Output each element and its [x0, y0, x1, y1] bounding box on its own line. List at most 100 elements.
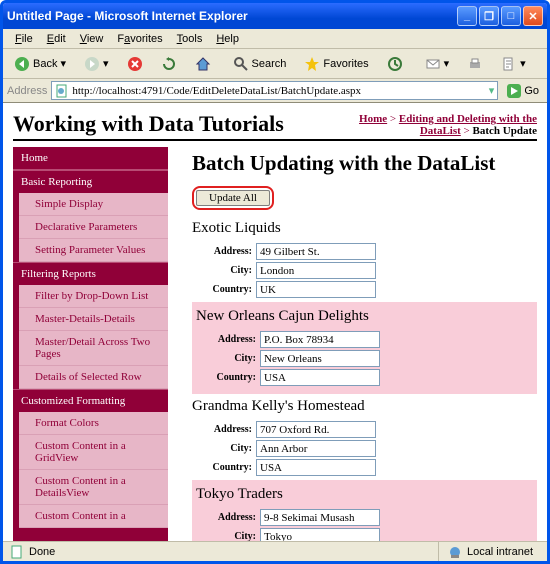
restore-button[interactable]: ❐: [479, 6, 499, 26]
sidebar-item[interactable]: Master/Detail Across Two Pages: [19, 331, 168, 366]
status-bar: Done Local intranet: [3, 541, 547, 561]
chevron-down-icon: ▾: [103, 57, 109, 70]
go-label: Go: [524, 85, 539, 97]
home-icon: [195, 56, 211, 72]
home-button[interactable]: [188, 53, 218, 75]
maximize-button[interactable]: □: [501, 6, 521, 26]
menu-file[interactable]: File: [9, 31, 39, 47]
address-label: Address:: [196, 512, 256, 523]
edit-button[interactable]: ▾: [494, 53, 533, 75]
go-icon: [506, 83, 522, 99]
refresh-button[interactable]: [154, 53, 184, 75]
back-icon: [14, 56, 30, 72]
address-input[interactable]: [72, 85, 485, 97]
supplier-name: Tokyo Traders: [196, 486, 533, 503]
status-text: Done: [29, 546, 55, 558]
sidebar-item[interactable]: Setting Parameter Values: [19, 239, 168, 262]
country-label: Country:: [196, 372, 256, 383]
address-label: Address: [7, 85, 47, 97]
history-button[interactable]: [380, 53, 410, 75]
stop-button[interactable]: [120, 53, 150, 75]
update-all-button[interactable]: Update All: [196, 190, 270, 206]
city-input[interactable]: [256, 262, 376, 279]
search-label: Search: [252, 58, 287, 70]
zone-label: Local intranet: [467, 546, 533, 558]
city-input[interactable]: [256, 440, 376, 457]
messenger-button[interactable]: [537, 53, 550, 75]
sidebar-item[interactable]: Master-Details-Details: [19, 308, 168, 331]
mail-button[interactable]: ▾: [418, 53, 457, 75]
print-icon: [467, 56, 483, 72]
menu-tools[interactable]: Tools: [171, 31, 209, 47]
address-label: Address:: [196, 334, 256, 345]
update-all-highlight: Update All: [192, 186, 274, 210]
mail-icon: [425, 56, 441, 72]
crumb-home[interactable]: Home: [359, 113, 387, 125]
page-title: Working with Data Tutorials: [13, 111, 317, 137]
city-label: City:: [192, 443, 252, 454]
toolbar: Back ▾ ▾ Search Favorites ▾ ▾: [3, 49, 547, 79]
sidebar-item[interactable]: Format Colors: [19, 412, 168, 435]
search-icon: [233, 56, 249, 72]
sidebar-item[interactable]: Declarative Parameters: [19, 216, 168, 239]
intranet-icon: [447, 544, 463, 560]
crumb-current: Batch Update: [473, 125, 537, 137]
address-input[interactable]: [256, 243, 376, 260]
favorites-button[interactable]: Favorites: [297, 53, 375, 75]
supplier-block: Grandma Kelly's HomesteadAddress:City:Co…: [192, 398, 537, 476]
print-button[interactable]: [460, 53, 490, 75]
address-label: Address:: [192, 246, 252, 257]
address-field-wrap[interactable]: ▾: [51, 81, 498, 100]
address-input[interactable]: [260, 331, 380, 348]
forward-icon: [84, 56, 100, 72]
close-button[interactable]: ✕: [523, 6, 543, 26]
person-icon: [544, 56, 550, 72]
country-input[interactable]: [260, 369, 380, 386]
country-input[interactable]: [256, 281, 376, 298]
chevron-down-icon: ▾: [520, 57, 526, 70]
sidebar-category[interactable]: Customized Formatting: [13, 389, 168, 412]
menu-edit[interactable]: Edit: [41, 31, 72, 47]
search-button[interactable]: Search: [226, 53, 294, 75]
menu-help[interactable]: Help: [210, 31, 245, 47]
sidebar-item[interactable]: Filter by Drop-Down List: [19, 285, 168, 308]
menu-view[interactable]: View: [74, 31, 110, 47]
city-label: City:: [196, 353, 256, 364]
chevron-down-icon: ▾: [60, 57, 66, 70]
city-label: City:: [192, 265, 252, 276]
minimize-button[interactable]: _: [457, 6, 477, 26]
window-titlebar: Untitled Page - Microsoft Internet Explo…: [3, 3, 547, 29]
go-button[interactable]: Go: [502, 83, 543, 99]
city-input[interactable]: [260, 350, 380, 367]
edit-icon: [501, 56, 517, 72]
breadcrumb: Home > Editing and Deleting with the Dat…: [317, 113, 537, 137]
address-label: Address:: [192, 424, 252, 435]
sidebar-item[interactable]: Custom Content in a DetailsView: [19, 470, 168, 505]
sidebar-home[interactable]: Home: [13, 147, 168, 170]
page-content: Working with Data Tutorials Home > Editi…: [3, 103, 547, 541]
supplier-block: Exotic LiquidsAddress:City:Country:: [192, 220, 537, 298]
address-input[interactable]: [256, 421, 376, 438]
supplier-block: Tokyo TradersAddress:City:Country:: [192, 480, 537, 541]
supplier-block: New Orleans Cajun DelightsAddress:City:C…: [192, 302, 537, 394]
sidebar-item[interactable]: Custom Content in a GridView: [19, 435, 168, 470]
star-icon: [304, 56, 320, 72]
address-input[interactable]: [260, 509, 380, 526]
sidebar-item[interactable]: Custom Content in a: [19, 505, 168, 528]
sidebar-item[interactable]: Simple Display: [19, 193, 168, 216]
country-input[interactable]: [256, 459, 376, 476]
supplier-name: Exotic Liquids: [192, 220, 537, 237]
chevron-down-icon[interactable]: ▾: [486, 84, 498, 97]
refresh-icon: [161, 56, 177, 72]
window-title: Untitled Page - Microsoft Internet Explo…: [7, 9, 248, 23]
sidebar-category[interactable]: Filtering Reports: [13, 262, 168, 285]
sidebar-category[interactable]: Basic Reporting: [13, 170, 168, 193]
forward-button[interactable]: ▾: [77, 53, 116, 75]
menu-favorites[interactable]: Favorites: [111, 31, 168, 47]
back-button[interactable]: Back ▾: [7, 53, 73, 75]
menu-bar: File Edit View Favorites Tools Help: [3, 29, 547, 49]
city-input[interactable]: [260, 528, 380, 541]
city-label: City:: [196, 531, 256, 541]
sidebar-item[interactable]: Details of Selected Row: [19, 366, 168, 389]
address-bar: Address ▾ Go: [3, 79, 547, 103]
